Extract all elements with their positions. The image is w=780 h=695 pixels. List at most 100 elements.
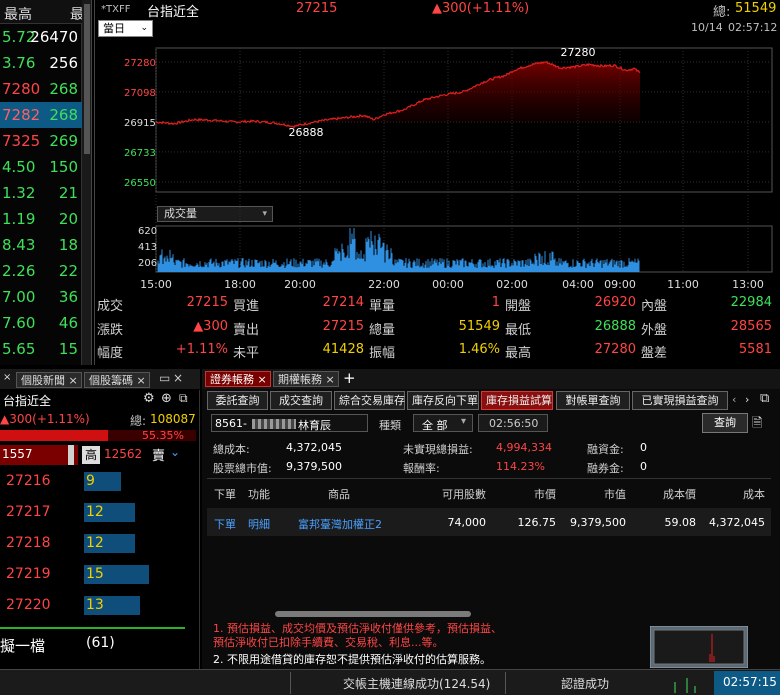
quote-row[interactable]: 3.76 256 (0, 50, 82, 76)
subtab-4[interactable]: 庫存損益試算 (481, 391, 553, 410)
quote-price: 4.50 (2, 158, 36, 176)
subtab-3[interactable]: 庫存反向下單 (407, 391, 479, 410)
query-button[interactable]: 查詢 (702, 413, 748, 433)
chevron-down-icon[interactable]: ⌄ (170, 445, 180, 459)
quote-volume: 22 (58, 262, 78, 280)
quote-row[interactable]: 8.43 18 (0, 232, 82, 258)
detail-link[interactable]: 明細 (248, 516, 270, 532)
col-header[interactable]: 成本 (685, 486, 765, 502)
popout-icon[interactable]: ⧉ (760, 391, 769, 406)
order-book-row[interactable]: 27219 15 (0, 562, 185, 588)
col-header[interactable]: 商品 (328, 486, 350, 502)
quote-volume: 268 (49, 80, 78, 98)
table-cell: 4,372,045 (709, 516, 765, 529)
clock-box: 02:57:15 (714, 671, 780, 695)
ob-price: 27220 (6, 597, 51, 613)
quote-volume: 18 (58, 236, 78, 254)
quote-price: 7.00 (2, 288, 36, 306)
return-label: 報酬率: (403, 462, 440, 475)
volume-tick-label: 413 (138, 242, 157, 253)
col-header[interactable]: 成本價 (616, 486, 696, 502)
col-header[interactable]: 下單 (214, 486, 236, 502)
x-tick-label: 11:00 (667, 278, 699, 291)
note-1b: 預估淨收付已扣除手續費、交易稅、利息...等。 (213, 636, 444, 649)
scroll-right-icon[interactable]: › (745, 393, 749, 406)
gear-icon[interactable]: ⚙ (143, 391, 155, 406)
quote-row[interactable]: 7.00 36 (0, 284, 82, 310)
ob-qty: 9 (86, 473, 95, 489)
add-tab-button[interactable]: + (343, 369, 356, 387)
close-icon[interactable]: × (69, 374, 78, 387)
quote-row[interactable]: 7282 268 (0, 102, 82, 128)
order-book-row[interactable]: 27217 12 (0, 500, 185, 526)
stat-label: 振幅 (369, 346, 396, 361)
tab-close-icon[interactable]: × (3, 372, 11, 383)
mini-chart[interactable] (650, 626, 748, 668)
stat-label: 漲跌 (97, 323, 124, 338)
stat-label: 未平 (233, 346, 260, 361)
tab-stock-chips[interactable]: 個股籌碼 × (84, 372, 150, 388)
quote-row[interactable]: 7.60 46 (0, 310, 82, 336)
close-icon[interactable]: × (326, 373, 335, 386)
close-icon[interactable]: × (137, 374, 146, 387)
period-select-value: 當日 (103, 22, 125, 35)
popout-icon[interactable]: ⧉ (179, 391, 188, 406)
period-select[interactable]: 當日 ⌄ (98, 20, 153, 37)
subtab-0[interactable]: 委託查詢 (207, 391, 268, 410)
split-marker[interactable] (68, 445, 74, 465)
chart-total-value: 51549 (735, 1, 777, 16)
quote-row[interactable]: 2.26 22 (0, 258, 82, 284)
subtab-6[interactable]: 已實現損益查詢 (632, 391, 728, 410)
table-h-scrollbar[interactable] (275, 611, 471, 617)
scroll-left-icon[interactable]: ‹ (732, 393, 736, 406)
quote-row[interactable]: 7280 268 (0, 76, 82, 102)
chart-price: 27215 (296, 1, 338, 16)
ob-qty: 13 (86, 597, 104, 613)
stat-value: 1 (491, 295, 500, 310)
connection-status: 交帳主機連線成功(124.54) (343, 677, 491, 691)
col-header[interactable]: 功能 (248, 486, 270, 502)
price-chart[interactable]: 27280 27098 26915 26733 26550 15:00 18:00 20:00… (94, 40, 780, 295)
time-value: 02:56:50 (489, 417, 539, 430)
quote-list-scrollbar[interactable] (82, 0, 92, 365)
time-field[interactable]: 02:56:50 (478, 414, 548, 432)
col-header[interactable]: 市價 (476, 486, 556, 502)
quote-volume: 269 (49, 132, 78, 150)
divider (290, 672, 291, 694)
subtab-1[interactable]: 成交查詢 (270, 391, 332, 410)
quote-row[interactable]: 1.19 20 (0, 206, 82, 232)
close-icon[interactable]: × (258, 373, 267, 386)
stat-value: 26888 (594, 319, 636, 334)
window-icon[interactable]: ▭ (159, 371, 170, 385)
quote-row[interactable]: 5.72 26470 (0, 24, 82, 50)
quote-row[interactable]: 4.50 150 (0, 154, 82, 180)
order-book-row[interactable]: 27216 9 (0, 469, 185, 495)
col-header[interactable]: 市值 (546, 486, 626, 502)
order-book-row[interactable]: 27220 13 (0, 593, 185, 619)
quote-row[interactable]: 7325 269 (0, 128, 82, 154)
order-link[interactable]: 下單 (214, 516, 236, 532)
subtab-2[interactable]: 綜合交易庫存 (334, 391, 405, 410)
account-select[interactable]: 8561- 林育辰 (211, 414, 368, 432)
subtab-5[interactable]: 對帳單查詢 (556, 391, 630, 410)
tab-stock-news[interactable]: 個股新聞 × (16, 372, 82, 388)
scroll-thumb[interactable] (84, 4, 90, 154)
order-book-row[interactable]: 27218 12 (0, 531, 185, 557)
stat-value: 27215 (322, 319, 364, 334)
ob-total-value: 108087 (150, 412, 196, 426)
x-tick-label: 13:00 (732, 278, 764, 291)
tab-futures-account[interactable]: 期權帳務 × (273, 371, 339, 387)
tab-securities-account[interactable]: 證券帳務 × (205, 371, 271, 387)
close-icon[interactable]: × (173, 371, 183, 385)
quote-list[interactable]: 最高 最 5.72 26470 3.76 256 7280 268 7282 268 7325 2… (0, 0, 84, 365)
quote-price: 7.60 (2, 314, 36, 332)
login-status: 認證成功 (561, 677, 610, 691)
quote-row[interactable]: 5.65 15 (0, 336, 82, 362)
quote-row[interactable]: 1.32 21 (0, 180, 82, 206)
type-select[interactable]: 全 部 ▾ (413, 414, 473, 432)
export-icon[interactable]: 🗎 (752, 414, 762, 436)
stat-value: 41428 (322, 342, 364, 357)
col-header[interactable]: 可用股數 (406, 486, 486, 502)
divider (207, 478, 771, 479)
add-icon[interactable]: ⊕ (161, 391, 172, 406)
